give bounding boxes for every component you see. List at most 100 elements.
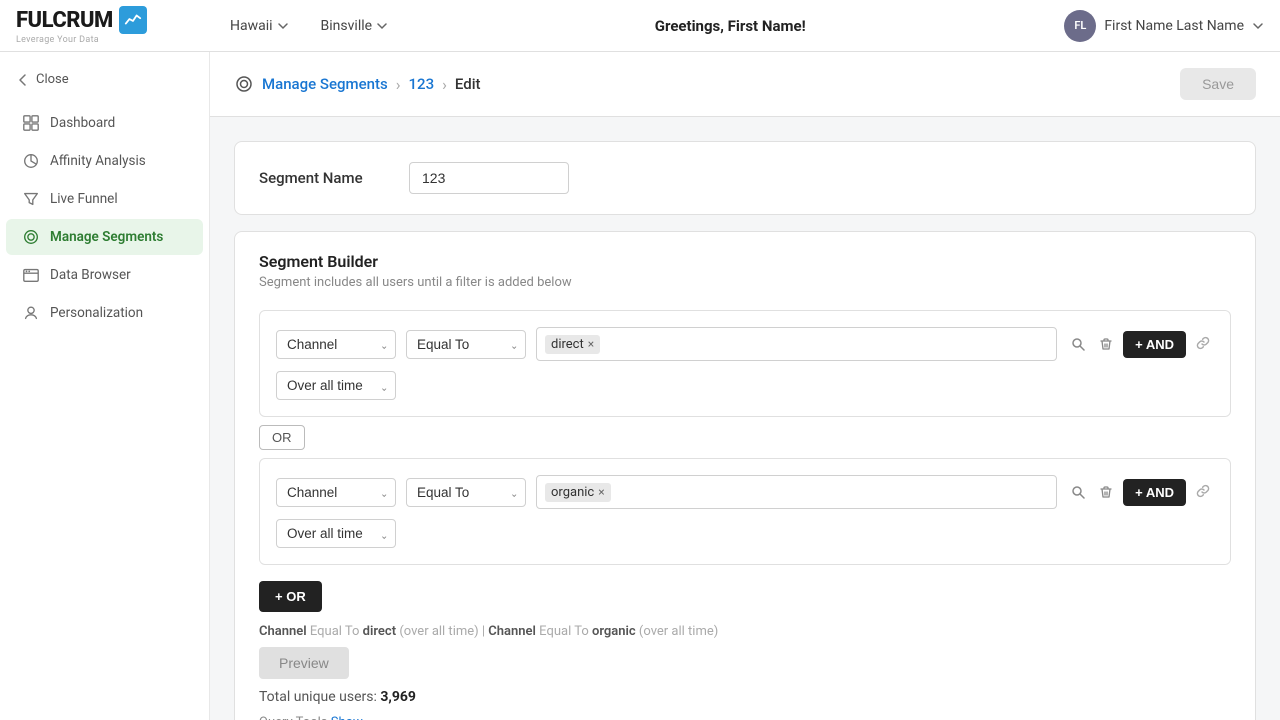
save-button[interactable]: Save — [1180, 68, 1256, 100]
search-filter-btn-2[interactable] — [1067, 481, 1089, 503]
segments-breadcrumb-icon — [234, 74, 254, 94]
logo: FULCRUM Leverage Your Data — [16, 6, 206, 45]
breadcrumb-root[interactable]: Manage Segments — [262, 75, 388, 93]
time-select-2[interactable]: Over all time Last 7 days Last 30 days L… — [276, 519, 396, 548]
logo-icon — [119, 6, 147, 34]
query-tools-show-link[interactable]: Show — [331, 715, 363, 720]
time-select-1[interactable]: Over all time Last 7 days Last 30 days L… — [276, 371, 396, 400]
dimension-select-1[interactable]: Channel Source Medium Campaign — [276, 330, 396, 359]
add-or-section: + OR — [259, 577, 1231, 612]
affinity-icon — [22, 152, 40, 170]
delete-filter-btn-1[interactable] — [1095, 333, 1117, 355]
link-btn-1[interactable] — [1192, 332, 1214, 357]
tag-value-organic: organic — [551, 485, 594, 500]
query-tools-label: Query Tools — [259, 715, 327, 720]
sidebar-item-label-browser: Data Browser — [50, 267, 131, 283]
filter-row-2: Channel Source Medium Campaign Equal To … — [276, 475, 1214, 509]
trash-icon-2 — [1099, 485, 1113, 499]
or-label-btn: OR — [259, 425, 305, 450]
personalization-icon — [22, 304, 40, 322]
sidebar: Close Dashboard Affinity Analysis Live F… — [0, 52, 210, 720]
dashboard-icon — [22, 114, 40, 132]
builder-title: Segment Builder — [259, 252, 1231, 271]
user-chevron-icon — [1252, 20, 1264, 32]
page-content: Segment Name Segment Builder Segment inc… — [210, 117, 1280, 720]
add-or-button[interactable]: + OR — [259, 581, 322, 612]
total-label: Total unique users: — [259, 689, 377, 705]
total-count-value: 3,969 — [380, 689, 416, 705]
location1-dropdown[interactable]: Hawaii — [222, 14, 297, 38]
query-tools-row: Query Tools Show — [259, 715, 1231, 720]
close-button[interactable]: Close — [0, 64, 209, 95]
link-btn-2[interactable] — [1192, 480, 1214, 505]
segment-name-input[interactable] — [409, 162, 569, 194]
qs-equalto1: Equal To — [310, 624, 363, 639]
breadcrumb-sep2: › — [442, 75, 447, 94]
filter-group-1: Channel Source Medium Campaign Equal To … — [259, 310, 1231, 417]
tag-close-direct[interactable]: × — [588, 337, 594, 351]
filter-tags-area-1: direct × — [536, 327, 1057, 361]
breadcrumb-sep1: › — [396, 75, 401, 94]
add-and-btn-2[interactable]: + AND — [1123, 479, 1186, 506]
delete-filter-btn-2[interactable] — [1095, 481, 1117, 503]
logo-sub: Leverage Your Data — [16, 35, 147, 45]
qs-time1: (over all time) | — [399, 624, 488, 639]
qs-direct: direct — [363, 624, 396, 639]
breadcrumb-middle[interactable]: 123 — [409, 75, 435, 93]
query-summary: Channel Equal To direct (over all time) … — [259, 624, 1231, 639]
sidebar-item-affinity-analysis[interactable]: Affinity Analysis — [6, 143, 203, 179]
sidebar-item-live-funnel[interactable]: Live Funnel — [6, 181, 203, 217]
chevron-down-icon2 — [376, 20, 388, 32]
add-and-btn-1[interactable]: + AND — [1123, 331, 1186, 358]
builder-subtitle: Segment includes all users until a filte… — [259, 275, 1231, 290]
logo-text: FULCRUM — [16, 8, 113, 33]
sidebar-item-dashboard[interactable]: Dashboard — [6, 105, 203, 141]
sidebar-item-personalization[interactable]: Personalization — [6, 295, 203, 331]
browser-icon — [22, 266, 40, 284]
breadcrumb: Manage Segments › 123 › Edit — [234, 74, 481, 94]
sidebar-item-label-funnel: Live Funnel — [50, 191, 118, 207]
qs-equalto2: Equal To — [539, 624, 592, 639]
add-or-label: + OR — [275, 589, 306, 604]
dimension-select-2[interactable]: Channel Source Medium Campaign — [276, 478, 396, 507]
search-filter-btn-1[interactable] — [1067, 333, 1089, 355]
main-content: Manage Segments › 123 › Edit Save Segmen… — [210, 52, 1280, 720]
tag-close-organic[interactable]: × — [598, 485, 604, 499]
search-icon — [1071, 337, 1085, 351]
trash-icon — [1099, 337, 1113, 351]
user-initials: FL — [1074, 19, 1086, 32]
preview-section: Preview Total unique users: 3,969 Query … — [259, 647, 1231, 720]
greeting: Greetings, First Name! — [412, 17, 1048, 35]
operator-select-2[interactable]: Equal To Not Equal To Contains — [406, 478, 526, 507]
qs-organic: organic — [592, 624, 636, 639]
user-menu[interactable]: FL First Name Last Name — [1064, 10, 1264, 42]
qs-channel2: Channel — [488, 624, 536, 639]
and-btn-label-1: + AND — [1135, 337, 1174, 352]
location1-label: Hawaii — [230, 18, 273, 34]
sidebar-item-label-segments: Manage Segments — [50, 229, 163, 245]
filter-tags-area-2: organic × — [536, 475, 1057, 509]
tag-value: direct — [551, 337, 584, 352]
time-row-1: Over all time Last 7 days Last 30 days L… — [276, 371, 1214, 400]
chevron-down-icon — [277, 20, 289, 32]
back-arrow-icon — [16, 73, 30, 87]
filter-actions-1: + AND — [1067, 331, 1214, 358]
segment-name-card: Segment Name — [234, 141, 1256, 215]
sidebar-item-label-personalization: Personalization — [50, 305, 143, 321]
or-divider: OR — [259, 425, 1231, 450]
filter-actions-2: + AND — [1067, 479, 1214, 506]
segment-name-label: Segment Name — [259, 169, 389, 187]
search-icon-2 — [1071, 485, 1085, 499]
time-row-2: Over all time Last 7 days Last 30 days L… — [276, 519, 1214, 548]
operator-select-1[interactable]: Equal To Not Equal To Contains — [406, 330, 526, 359]
preview-button[interactable]: Preview — [259, 647, 349, 679]
topbar: FULCRUM Leverage Your Data Hawaii Binsvi… — [0, 0, 1280, 52]
sidebar-item-label-affinity: Affinity Analysis — [50, 153, 146, 169]
qs-time2: (over all time) — [639, 624, 718, 639]
location2-dropdown[interactable]: Binsville — [313, 14, 397, 38]
qs-channel1: Channel — [259, 624, 307, 639]
sidebar-item-data-browser[interactable]: Data Browser — [6, 257, 203, 293]
link-icon — [1196, 336, 1210, 350]
sidebar-item-manage-segments[interactable]: Manage Segments — [6, 219, 203, 255]
close-label: Close — [36, 72, 69, 87]
